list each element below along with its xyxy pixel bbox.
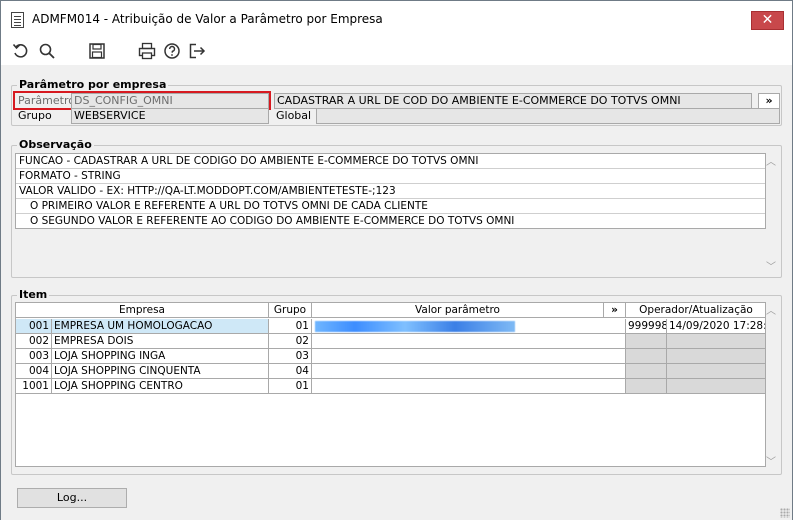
form-content: Parâmetro por empresa Parâmetro DS_CONFI… xyxy=(1,65,792,520)
observacao-memo[interactable]: FUNCAO - CADASTRAR A URL DE CODIGO DO AM… xyxy=(15,153,766,229)
cell-code: 001 xyxy=(16,319,52,334)
cell-empresa: LOJA SHOPPING CINQUENTA xyxy=(52,364,269,379)
grid-scroll-up-icon[interactable]: ︿ xyxy=(766,302,776,317)
help-icon[interactable] xyxy=(161,40,183,62)
grupo-field: WEBSERVICE xyxy=(71,108,269,124)
header-empresa[interactable]: Empresa xyxy=(16,303,269,318)
header-more-button[interactable]: » xyxy=(604,303,626,318)
observacao-line: O SEGUNDO VALOR E REFERENTE AO CODIGO DO… xyxy=(16,214,765,228)
cell-code: 004 xyxy=(16,364,52,379)
grid-scroll-down-icon[interactable]: ﹀ xyxy=(766,453,776,468)
cell-data xyxy=(667,349,765,364)
item-grid: Empresa Grupo Valor parâmetro » Operador… xyxy=(15,302,766,467)
save-icon[interactable] xyxy=(86,40,108,62)
header-operador[interactable]: Operador/Atualização xyxy=(626,303,765,318)
cell-data xyxy=(667,379,765,394)
cell-grupo: 01 xyxy=(269,379,312,394)
table-row[interactable]: 001 EMPRESA UM HOMOLOGACAO 01 999998 14/… xyxy=(16,319,765,334)
cell-data xyxy=(667,364,765,379)
header-valor[interactable]: Valor parâmetro xyxy=(312,303,604,318)
cell-valor[interactable] xyxy=(312,364,626,379)
cell-empresa: LOJA SHOPPING CENTRO xyxy=(52,379,269,394)
grupo-label: Grupo xyxy=(18,109,52,122)
observacao-line: O PRIMEIRO VALOR E REFERENTE A URL DO TO… xyxy=(16,199,765,214)
window-title: ADMFM014 - Atribuição de Valor a Parâmet… xyxy=(32,12,383,26)
cell-data: 14/09/2020 17:28:02 xyxy=(667,320,766,334)
redacted-value xyxy=(315,321,515,332)
global-field xyxy=(316,108,780,124)
cell-valor[interactable] xyxy=(312,319,626,334)
header-grupo[interactable]: Grupo xyxy=(269,303,312,318)
table-row[interactable]: 004 LOJA SHOPPING CINQUENTA 04 xyxy=(16,364,765,379)
cell-code: 003 xyxy=(16,349,52,364)
undo-icon[interactable] xyxy=(10,40,32,62)
close-button[interactable]: ✕ xyxy=(751,11,784,30)
exit-icon[interactable] xyxy=(186,40,208,62)
cell-valor[interactable] xyxy=(312,334,626,349)
cell-valor[interactable] xyxy=(312,379,626,394)
parametro-description-field: CADASTRAR A URL DE COD DO AMBIENTE E-COM… xyxy=(274,93,752,109)
observacao-line: FORMATO - STRING xyxy=(16,169,765,184)
cell-code: 002 xyxy=(16,334,52,349)
cell-valor[interactable] xyxy=(312,349,626,364)
cell-grupo: 01 xyxy=(269,319,312,334)
parametro-more-button[interactable]: » xyxy=(758,93,780,109)
search-icon[interactable] xyxy=(36,40,58,62)
cell-operador: 999998 xyxy=(626,319,667,334)
log-button[interactable]: Log... xyxy=(17,488,127,508)
global-label: Global xyxy=(276,109,312,122)
cell-grupo: 03 xyxy=(269,349,312,364)
cell-operador xyxy=(626,334,667,349)
document-icon xyxy=(11,12,24,28)
parametro-empresa-title: Parâmetro por empresa xyxy=(17,78,169,91)
resize-grip-icon[interactable] xyxy=(780,508,790,518)
cell-grupo: 02 xyxy=(269,334,312,349)
scroll-up-icon[interactable]: ︿ xyxy=(766,153,776,168)
cell-empresa: EMPRESA DOIS xyxy=(52,334,269,349)
table-row[interactable]: 1001 LOJA SHOPPING CENTRO 01 xyxy=(16,379,765,394)
observacao-line: FUNCAO - CADASTRAR A URL DE CODIGO DO AM… xyxy=(16,154,765,169)
observacao-line: VALOR VALIDO - EX: HTTP://QA-LT.MODDOPT.… xyxy=(16,184,765,199)
cell-operador xyxy=(626,364,667,379)
title-bar[interactable]: ADMFM014 - Atribuição de Valor a Parâmet… xyxy=(1,1,792,39)
item-title: Item xyxy=(17,288,50,301)
application-window: ADMFM014 - Atribuição de Valor a Parâmet… xyxy=(0,0,793,520)
table-row[interactable]: 003 LOJA SHOPPING INGA 03 xyxy=(16,349,765,364)
cell-operador xyxy=(626,379,667,394)
table-row[interactable]: 002 EMPRESA DOIS 02 xyxy=(16,334,765,349)
cell-grupo: 04 xyxy=(269,364,312,379)
cell-empresa: LOJA SHOPPING INGA xyxy=(52,349,269,364)
cell-empresa: EMPRESA UM HOMOLOGACAO xyxy=(52,319,269,334)
cell-operador xyxy=(626,349,667,364)
toolbar xyxy=(1,39,792,65)
print-icon[interactable] xyxy=(136,40,158,62)
observacao-title: Observação xyxy=(17,138,94,151)
scroll-down-icon[interactable]: ﹀ xyxy=(766,258,776,273)
grid-header: Empresa Grupo Valor parâmetro » Operador… xyxy=(16,303,765,318)
cell-code: 1001 xyxy=(16,379,52,394)
cell-data xyxy=(667,334,765,349)
